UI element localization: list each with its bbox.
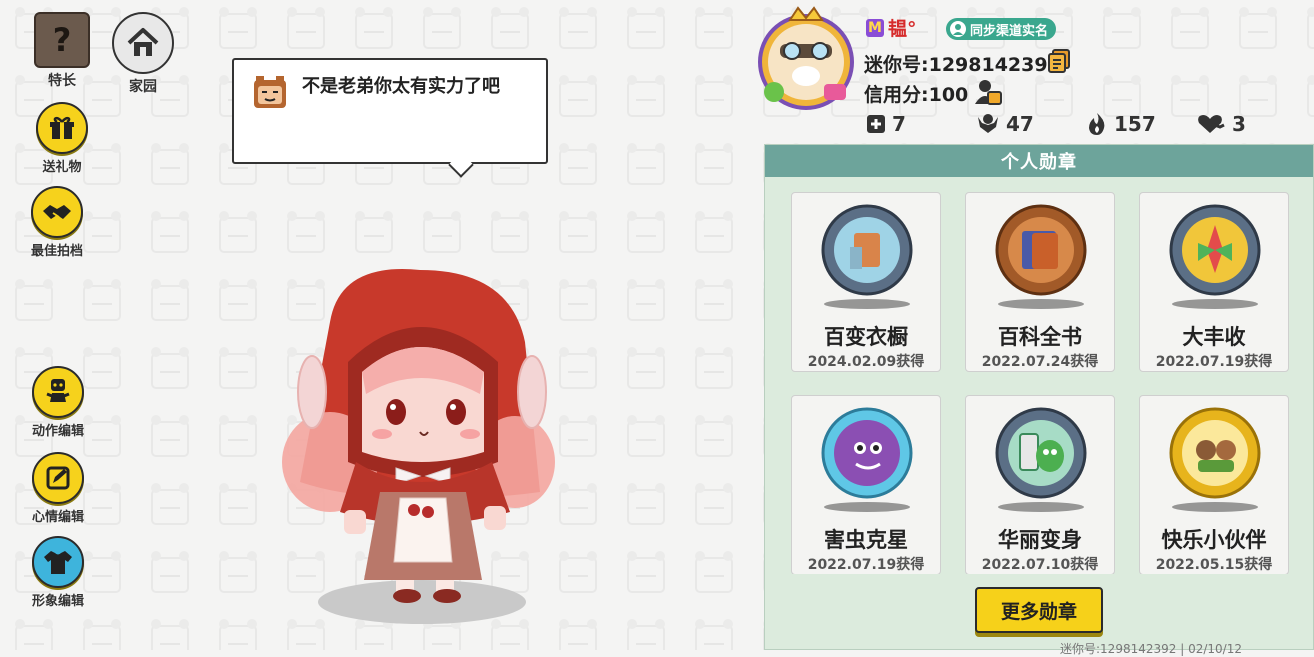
question-icon: ? — [34, 12, 90, 68]
fans-stat[interactable]: 47 — [976, 112, 1034, 136]
medal-card[interactable]: 快乐小伙伴 2022.05.15获得 — [1139, 395, 1289, 574]
medal-shadow — [824, 502, 910, 512]
medal-list[interactable]: 百变衣橱 2024.02.09获得 百科全书 2022.07.24获得 大丰收 … — [791, 192, 1291, 574]
specialty-button[interactable]: ? 特长 — [34, 12, 90, 90]
medal-card[interactable]: 百变衣橱 2024.02.09获得 — [791, 192, 941, 372]
svg-text:?: ? — [53, 21, 72, 59]
credit-score: 信用分:100 — [864, 84, 969, 106]
medal-date: 2022.05.15获得 — [1155, 557, 1273, 573]
action-edit-button[interactable]: 动作编辑 — [32, 366, 84, 439]
home-label: 家园 — [129, 79, 157, 95]
handshake-icon — [31, 186, 83, 238]
medal-shadow — [824, 299, 910, 309]
pest-buster-medal-icon — [821, 407, 913, 499]
mini-id: 迷你号:1298142392 — [864, 54, 1061, 76]
medal-panel-title: 个人勋章 — [765, 145, 1313, 177]
medal-panel: 个人勋章 百变衣橱 2024.02.09获得 百科全书 2022.07.24获得… — [764, 144, 1314, 650]
medal-shadow — [1172, 299, 1258, 309]
medal-date: 2022.07.19获得 — [807, 557, 925, 573]
medal-card[interactable]: 百科全书 2022.07.24获得 — [965, 192, 1115, 372]
player-character[interactable] — [270, 262, 570, 632]
medal-card[interactable]: 大丰收 2022.07.19获得 — [1139, 192, 1289, 372]
speech-bubble: 不是老弟你太有实力了吧 — [232, 58, 548, 164]
gift-button[interactable]: 送礼物 — [36, 102, 88, 175]
medal-name: 华丽变身 — [998, 528, 1082, 552]
look-edit-button[interactable]: 形象编辑 — [32, 536, 84, 609]
likes-stat[interactable]: 3 — [1196, 112, 1246, 136]
sync-realname-button[interactable]: 同步渠道实名 — [946, 18, 1057, 40]
transform-medal-icon — [995, 407, 1087, 499]
gift-icon — [36, 102, 88, 154]
harvest-medal-icon — [1169, 204, 1261, 296]
more-medals-button[interactable]: 更多勋章 — [975, 587, 1103, 633]
medal-name: 大丰收 — [1182, 325, 1246, 349]
friends-stat[interactable]: 7 — [866, 112, 906, 136]
medal-card[interactable]: 华丽变身 2022.07.10获得 — [965, 395, 1115, 574]
add-friend-icon — [867, 115, 885, 133]
speech-text: 不是老弟你太有实力了吧 — [302, 76, 500, 97]
medal-date: 2024.02.09获得 — [807, 354, 925, 370]
medal-shadow — [1172, 502, 1258, 512]
medal-date: 2022.07.10获得 — [981, 557, 1099, 573]
happy-buddy-medal-icon — [1169, 407, 1261, 499]
popularity-stat[interactable]: 157 — [1086, 112, 1156, 136]
fans-icon — [978, 114, 998, 133]
action-edit-label: 动作编辑 — [32, 424, 85, 439]
profile-name: 韫° — [888, 18, 917, 40]
heart-hand-icon — [1198, 115, 1225, 133]
medal-name: 百科全书 — [998, 325, 1082, 349]
medal-name: 百变衣橱 — [824, 325, 908, 349]
likes-count: 3 — [1232, 112, 1246, 136]
best-pair-button[interactable]: 最佳拍档 — [31, 186, 83, 259]
gift-label: 送礼物 — [42, 160, 82, 175]
specialty-label: 特长 — [48, 73, 76, 89]
copy-icon[interactable] — [1046, 48, 1072, 74]
best-pair-label: 最佳拍档 — [31, 244, 84, 259]
profile-name-row: M 韫° — [866, 14, 917, 41]
wardrobe-medal-icon — [821, 204, 913, 296]
tshirt-icon — [32, 536, 84, 588]
popularity-count: 157 — [1114, 112, 1156, 136]
edit-pencil-icon — [32, 452, 84, 504]
figure-icon — [32, 366, 84, 418]
medal-name: 快乐小伙伴 — [1161, 528, 1267, 552]
avatar-face-icon — [254, 76, 286, 108]
medal-date: 2022.07.19获得 — [1155, 354, 1273, 370]
vip-icon: M — [866, 18, 884, 37]
credit-person-icon[interactable] — [974, 78, 1002, 106]
look-edit-label: 形象编辑 — [32, 594, 85, 609]
fans-count: 47 — [1006, 112, 1034, 136]
friends-count: 7 — [892, 112, 906, 136]
sync-realname-label: 同步渠道实名 — [970, 23, 1049, 39]
house-icon — [112, 12, 174, 74]
medal-card[interactable]: 害虫克星 2022.07.19获得 — [791, 395, 941, 574]
mood-edit-label: 心情编辑 — [32, 510, 85, 525]
medal-shadow — [998, 502, 1084, 512]
fire-icon — [1089, 113, 1105, 135]
medal-name: 害虫克星 — [824, 528, 908, 552]
medal-date: 2022.07.24获得 — [981, 354, 1099, 370]
mood-edit-button[interactable]: 心情编辑 — [32, 452, 84, 525]
home-button[interactable]: 家园 — [112, 12, 174, 96]
medal-shadow — [998, 299, 1084, 309]
user-check-icon — [950, 21, 966, 37]
footer-text: 迷你号:1298142392 | 02/10/12 — [1060, 642, 1242, 656]
profile-avatar[interactable] — [754, 6, 858, 110]
encyclopedia-medal-icon — [995, 204, 1087, 296]
